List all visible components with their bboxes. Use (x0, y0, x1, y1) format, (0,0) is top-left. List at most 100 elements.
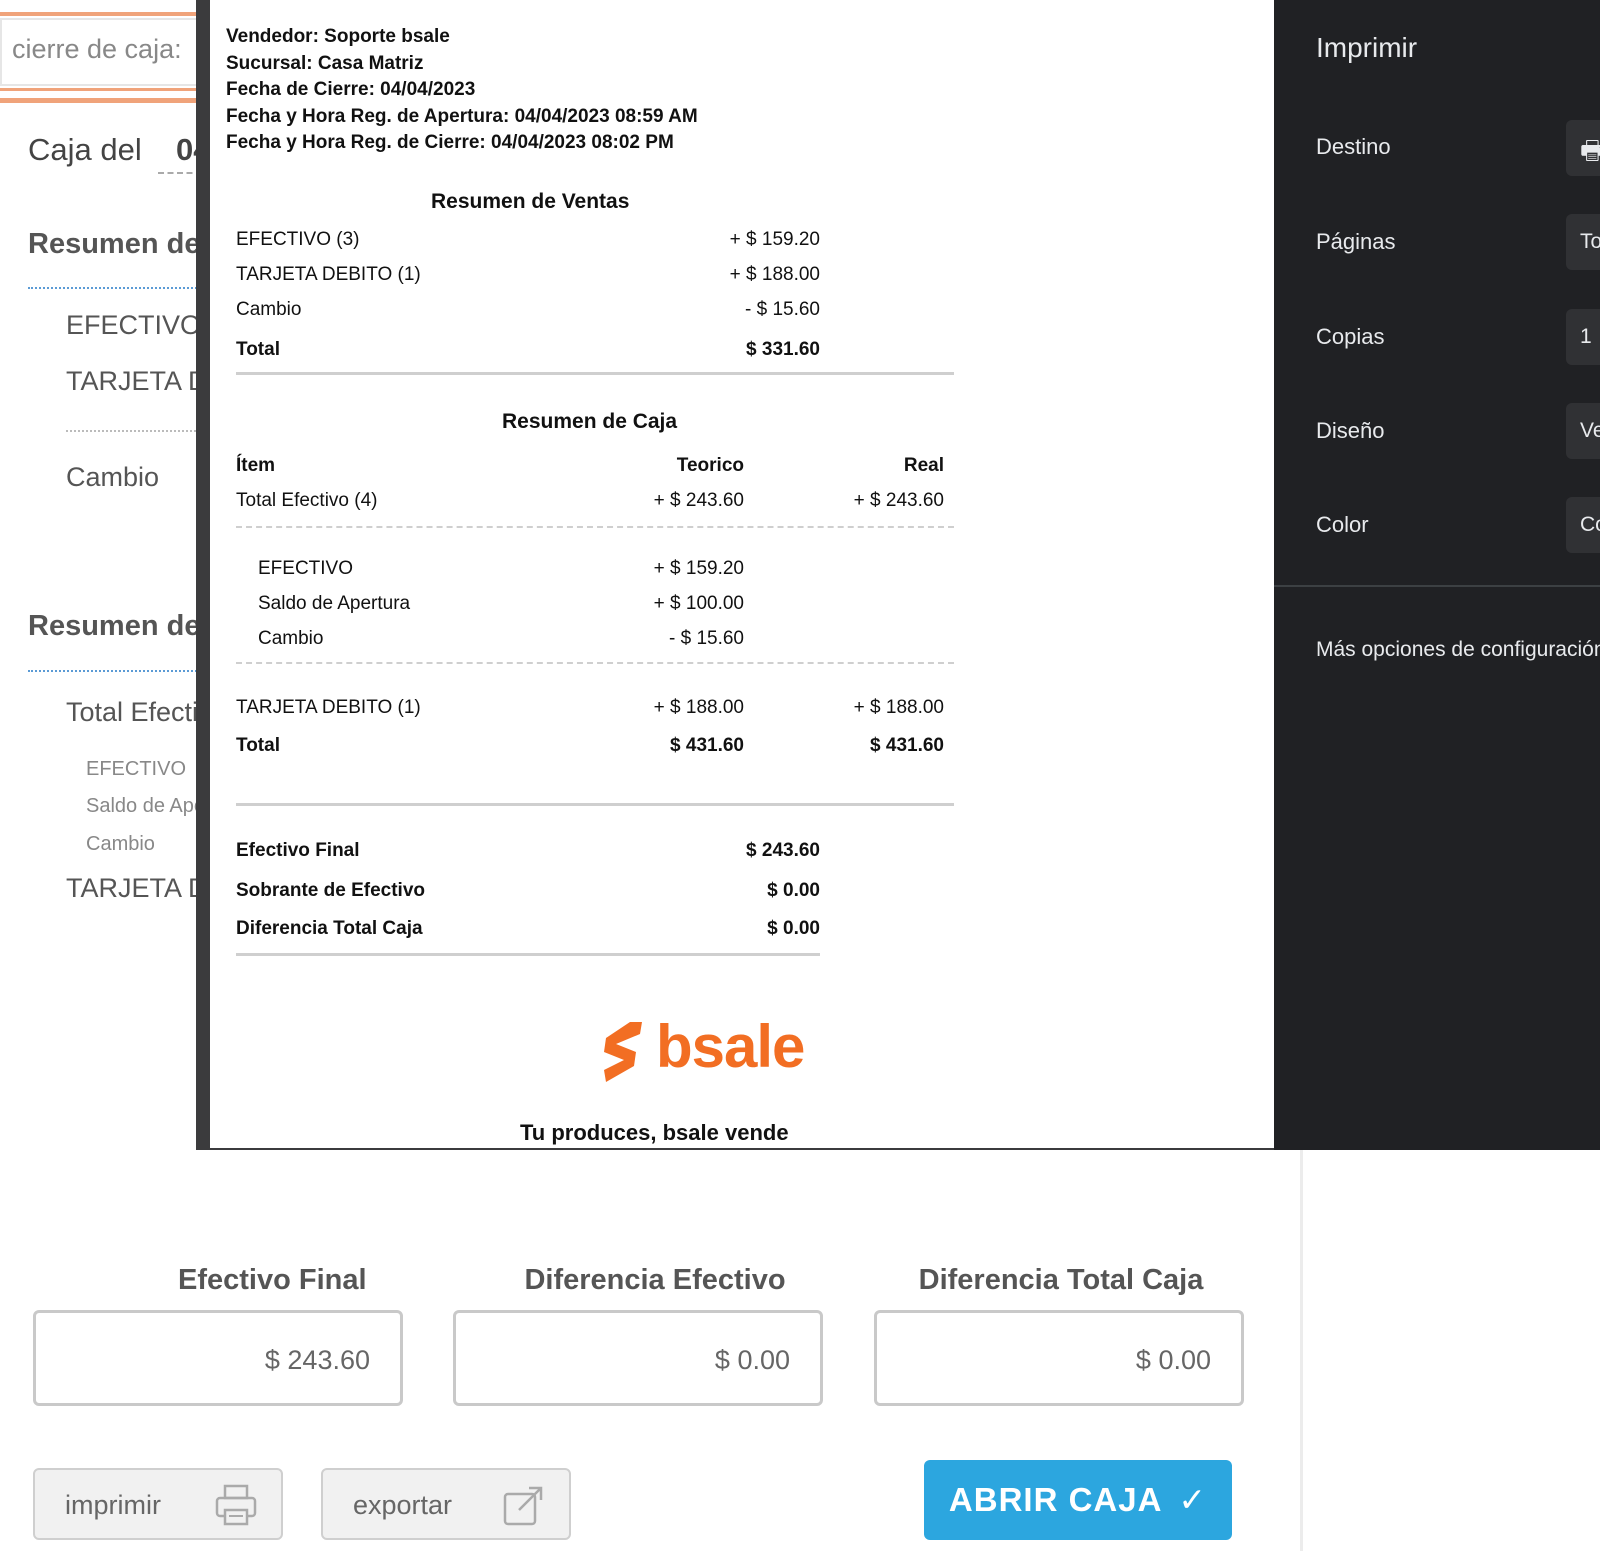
summary-label-diferencia-efectivo: Diferencia Efectivo (524, 1264, 786, 1296)
destino-select[interactable]: 🖶 (1566, 120, 1600, 176)
receipt-final-value: $ 243.60 (746, 840, 820, 861)
print-preview-page: Vendedor: Soporte bsale Sucursal: Casa M… (210, 0, 1274, 1148)
export-button[interactable]: exportar (321, 1468, 571, 1540)
receipt-final-value: $ 0.00 (767, 918, 820, 939)
receipt-fecha-cierre: Fecha de Cierre: 04/04/2023 (226, 79, 476, 100)
ventas-item: Cambio (66, 462, 160, 492)
export-icon (503, 1486, 543, 1526)
paginas-label: Páginas (1316, 229, 1396, 254)
receipt-col-teorico: Teorico (676, 455, 744, 476)
check-icon: ✓ (1178, 1481, 1208, 1518)
receipt-caja-efectivo-teorico: + $ 243.60 (653, 490, 744, 511)
section-title-ventas: Resumen de Ventas (28, 228, 200, 260)
receipt-ventas-label: TARJETA DEBITO (1) (236, 264, 421, 285)
caja-date-field[interactable]: 04 (158, 132, 200, 174)
section-title-caja: Resumen de Caja (28, 610, 200, 642)
panel-border (1300, 1150, 1303, 1551)
export-button-label: exportar (353, 1490, 453, 1520)
bsale-logo: bsale (600, 1013, 820, 1090)
header-accent-line-thick (0, 98, 200, 103)
summary-label-efectivo-final: Efectivo Final (178, 1264, 367, 1296)
paginas-select[interactable]: Todas (1566, 214, 1600, 270)
receipt-dashed-divider (236, 526, 954, 528)
summary-label-diferencia-total: Diferencia Total Caja (918, 1264, 1204, 1296)
diferencia-total-field[interactable]: $ 0.00 (874, 1310, 1244, 1406)
print-settings-panel: Imprimir Destino 🖶 Páginas Todas Copias … (1274, 0, 1600, 1150)
panel-divider (1274, 585, 1600, 587)
receipt-caja-sub-teorico: - $ 15.60 (669, 628, 744, 649)
caja-label: Caja del (28, 132, 142, 167)
page-title: cierre de caja: (12, 34, 182, 64)
bsale-logo-mark-icon (604, 1022, 642, 1082)
receipt-fecha-apertura: Fecha y Hora Reg. de Apertura: 04/04/202… (226, 105, 698, 127)
efectivo-final-field[interactable]: $ 243.60 (33, 1310, 403, 1406)
receipt-fecha-hora-cierre: Fecha y Hora Reg. de Cierre: 04/04/2023 … (226, 132, 674, 153)
receipt-ventas-total-label: Total (236, 339, 280, 360)
copias-label: Copias (1316, 324, 1385, 349)
receipt-ventas-label: EFECTIVO (3) (236, 229, 360, 250)
receipt-ventas-value: + $ 188.00 (729, 264, 820, 285)
ventas-item: TARJETA DEBITO (66, 366, 200, 396)
receipt-final-label: Diferencia Total Caja (236, 918, 423, 939)
print-dialog-title: Imprimir (1316, 32, 1418, 63)
section-divider (28, 670, 200, 672)
receipt-vendedor: Vendedor: Soporte bsale (226, 26, 450, 47)
color-label: Color (1316, 512, 1369, 537)
copias-input[interactable]: 1 (1566, 309, 1600, 365)
receipt-sucursal: Sucursal: Casa Matriz (226, 52, 424, 74)
receipt-caja-total-teorico: $ 431.60 (670, 735, 744, 756)
receipt-divider (236, 372, 954, 375)
abrir-caja-button[interactable]: ABRIR CAJA ✓ (924, 1460, 1232, 1540)
receipt-divider (236, 953, 820, 956)
receipt-ventas-label: Cambio (236, 299, 302, 320)
receipt-ventas-value: + $ 159.20 (729, 229, 820, 250)
diferencia-efectivo-field[interactable]: $ 0.00 (453, 1310, 823, 1406)
receipt-divider (236, 803, 954, 806)
diseno-select[interactable]: Vertical (1566, 403, 1600, 459)
receipt-caja-sub-teorico: + $ 100.00 (653, 593, 744, 614)
printer-icon: 🖶 (1580, 135, 1600, 165)
caja-item: Total Efectivo (4) (66, 697, 200, 727)
print-button[interactable]: imprimir (33, 1468, 283, 1540)
more-settings-link[interactable]: Más opciones de configuración (1316, 638, 1600, 662)
receipt-caja-title: Resumen de Caja (502, 410, 678, 433)
receipt-caja-tarjeta-label: TARJETA DEBITO (1) (236, 697, 421, 718)
receipt-final-label: Sobrante de Efectivo (236, 880, 425, 901)
print-dialog: Vendedor: Soporte bsale Sucursal: Casa M… (196, 0, 1600, 1150)
receipt-caja-efectivo-label: Total Efectivo (4) (236, 490, 378, 511)
receipt-caja-total-real: $ 431.60 (870, 735, 944, 756)
left-content-clip: cierre de caja: Caja del 04 Resumen de V… (0, 0, 200, 1150)
bsale-logo-text: bsale (656, 1013, 805, 1080)
receipt-final-label: Efectivo Final (236, 840, 360, 861)
receipt-col-real: Real (903, 455, 944, 476)
receipt-col-item: Ítem (236, 455, 276, 476)
print-preview-area: Vendedor: Soporte bsale Sucursal: Casa M… (196, 0, 1274, 1150)
destino-label: Destino (1316, 134, 1391, 159)
page-header: cierre de caja: (0, 0, 200, 106)
item-divider (66, 430, 200, 432)
diseno-label: Diseño (1316, 418, 1385, 443)
receipt-final-value: $ 0.00 (767, 880, 820, 901)
receipt-caja-total-label: Total (236, 735, 280, 756)
receipt-caja-efectivo-real: + $ 243.60 (853, 490, 944, 511)
receipt-caja-sub-teorico: + $ 159.20 (653, 558, 744, 579)
receipt-dashed-divider (236, 662, 954, 664)
printer-icon (215, 1484, 257, 1526)
header-accent-line (0, 88, 200, 91)
receipt-ventas-value: - $ 15.60 (745, 299, 820, 320)
receipt-ventas-title: Resumen de Ventas (431, 190, 630, 213)
receipt-caja-sub-label: Cambio (258, 628, 324, 649)
caja-subitem: EFECTIVO (86, 758, 187, 780)
caja-item: TARJETA DEBITO (1) (66, 873, 200, 903)
ventas-item: EFECTIVO (66, 310, 200, 340)
receipt-ventas-total-value: $ 331.60 (746, 339, 820, 360)
color-select[interactable]: Color (1566, 497, 1600, 553)
receipt-header: Vendedor: Soporte bsale Sucursal: Casa M… (226, 24, 698, 157)
receipt-caja-sub-label: Saldo de Apertura (258, 593, 411, 614)
print-button-label: imprimir (65, 1490, 161, 1520)
receipt-caja-tarjeta-real: + $ 188.00 (853, 697, 944, 718)
receipt-tagline: Tu produces, bsale vende (520, 1120, 789, 1145)
section-divider (28, 287, 200, 289)
caja-subitem: Cambio (86, 833, 155, 855)
receipt-caja-tarjeta-teorico: + $ 188.00 (653, 697, 744, 718)
